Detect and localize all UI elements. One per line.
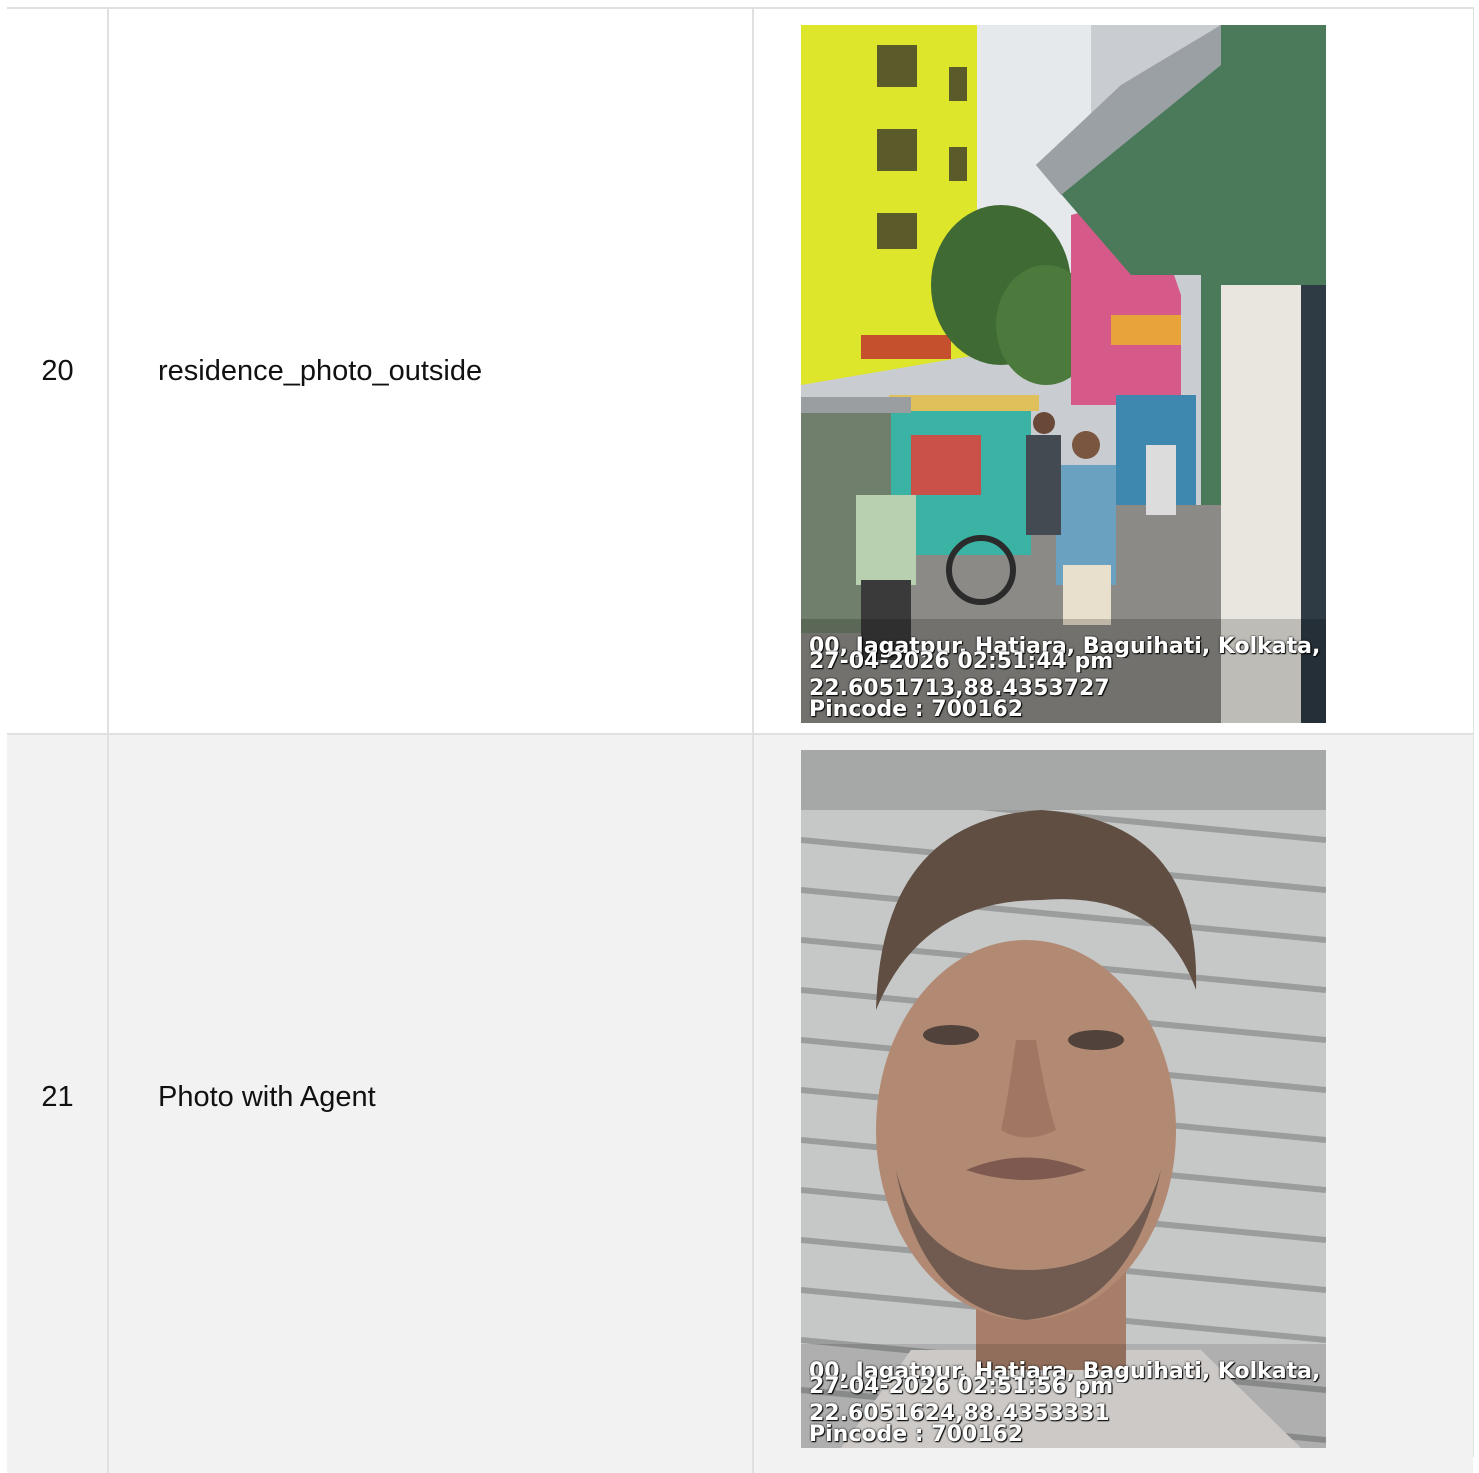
agent-photo[interactable]: 00, Jagatpur, Hatiara, Baguihati, Kolkat… — [801, 750, 1326, 1448]
geo-stamp: 00, Jagatpur, Hatiara, Baguihati, Kolkat… — [809, 635, 1326, 721]
stamp-coordinates: 22.6051624,88.4353331 — [809, 1402, 1110, 1425]
column-divider — [752, 735, 754, 1473]
street-scene-photo — [801, 25, 1326, 723]
stamp-coordinates: 22.6051713,88.4353727 — [809, 677, 1110, 700]
row-number: 21 — [41, 1080, 74, 1113]
stamp-pincode: Pincode : 700162 — [809, 1423, 1024, 1446]
stamp-pincode: Pincode : 700162 — [809, 698, 1024, 721]
residence-photo[interactable]: 00, Jagatpur, Hatiara, Baguihati, Kolkat… — [801, 25, 1326, 723]
table-row: 21 Photo with Agent 00, Jagatpur, Hatiar… — [7, 733, 1473, 1473]
document-label: Photo with Agent — [158, 1080, 376, 1113]
table-row: 20 residence_photo_outside 00, Jagatpur,… — [7, 7, 1473, 734]
geo-stamp: 00, Jagatpur, Hatiara, Baguihati, Kolkat… — [809, 1360, 1326, 1446]
column-divider — [752, 9, 754, 734]
selfie-photo — [801, 750, 1326, 1448]
document-label: residence_photo_outside — [158, 355, 483, 387]
row-number: 20 — [41, 355, 74, 387]
